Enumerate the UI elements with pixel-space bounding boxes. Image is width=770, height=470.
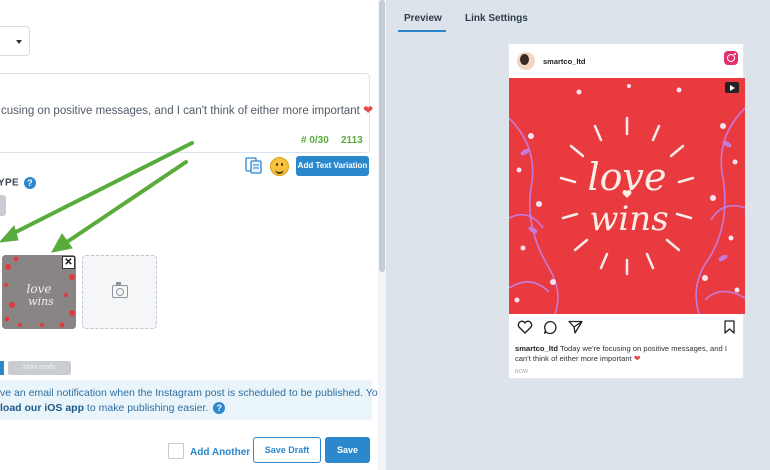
document-preview-icon[interactable] — [245, 157, 262, 174]
post-timestamp: NOW — [515, 369, 529, 375]
message-textarea[interactable]: cusing on positive messages, and I can't… — [0, 73, 374, 153]
message-text: cusing on positive messages, and I can't… — [1, 103, 374, 117]
ios-app-link[interactable]: load our iOS app — [0, 402, 84, 414]
post-caption: smartco_ltd Today we're focusing on posi… — [515, 344, 727, 363]
video-icon — [725, 82, 739, 93]
comment-icon[interactable] — [543, 320, 558, 335]
chevron-down-icon — [16, 40, 22, 44]
share-send-icon[interactable] — [568, 320, 583, 334]
hashtag-counter: # 0/30 — [301, 135, 329, 146]
heart-emoji-icon: ❤ — [633, 354, 641, 363]
post-image: love wins — [509, 78, 745, 314]
save-draft-button[interactable]: Save Draft — [253, 437, 321, 463]
annotation-arrow-2-head — [51, 233, 73, 253]
love-wins-artwork: love wins — [509, 78, 745, 314]
post-type-label: YPE ? — [0, 177, 37, 189]
annotation-arrow-2 — [62, 160, 188, 246]
option-toggle-inactive[interactable]: Now really — [8, 361, 71, 375]
tab-preview[interactable]: Preview — [404, 13, 442, 24]
account-dropdown[interactable] — [0, 26, 30, 56]
thumbnail-text-wins: wins — [28, 295, 54, 308]
character-counter: 2113 — [341, 135, 363, 146]
option-toggle-active[interactable] — [0, 361, 4, 375]
remove-media-button[interactable]: ✕ — [62, 256, 75, 269]
like-heart-icon[interactable] — [517, 320, 533, 334]
add-another-label[interactable]: Add Another — [190, 447, 250, 458]
heart-emoji-icon: ❤ — [363, 103, 374, 117]
post-username: smartco_ltd — [543, 57, 586, 66]
post-type-option[interactable] — [0, 195, 6, 216]
scrollbar-thumb[interactable] — [379, 0, 385, 272]
instagram-post-preview: smartco_ltd love wins smartco_ltd Today … — [508, 43, 745, 379]
emoji-picker-icon[interactable] — [270, 157, 289, 176]
bookmark-icon[interactable] — [724, 320, 735, 334]
active-tab-indicator — [398, 30, 446, 32]
add-another-checkbox[interactable] — [168, 443, 184, 459]
save-button[interactable]: Save — [325, 437, 370, 463]
thumbnail-text-love: love — [27, 282, 52, 296]
avatar — [517, 52, 535, 70]
ios-notification-notice: ve an email notification when the Instag… — [0, 380, 378, 420]
notice-line-1: ve an email notification when the Instag… — [0, 387, 378, 399]
add-text-variation-button[interactable]: Add Text Variation — [296, 156, 369, 176]
tab-link-settings[interactable]: Link Settings — [465, 13, 528, 24]
composer-panel: cusing on positive messages, and I can't… — [0, 0, 378, 470]
preview-panel: Preview Link Settings smartco_ltd love w… — [386, 0, 770, 470]
caption-username: smartco_ltd — [515, 344, 559, 353]
annotation-arrow-1-head — [0, 224, 19, 243]
add-media-button[interactable] — [82, 255, 157, 329]
annotation-arrow-1 — [6, 141, 194, 238]
notice-line-2: load our iOS app to make publishing easi… — [0, 402, 226, 415]
camera-icon — [112, 282, 128, 298]
artwork-text-wins: wins — [589, 199, 668, 239]
instagram-icon — [724, 51, 738, 65]
help-icon[interactable]: ? — [24, 177, 37, 189]
help-icon[interactable]: ? — [213, 402, 226, 415]
